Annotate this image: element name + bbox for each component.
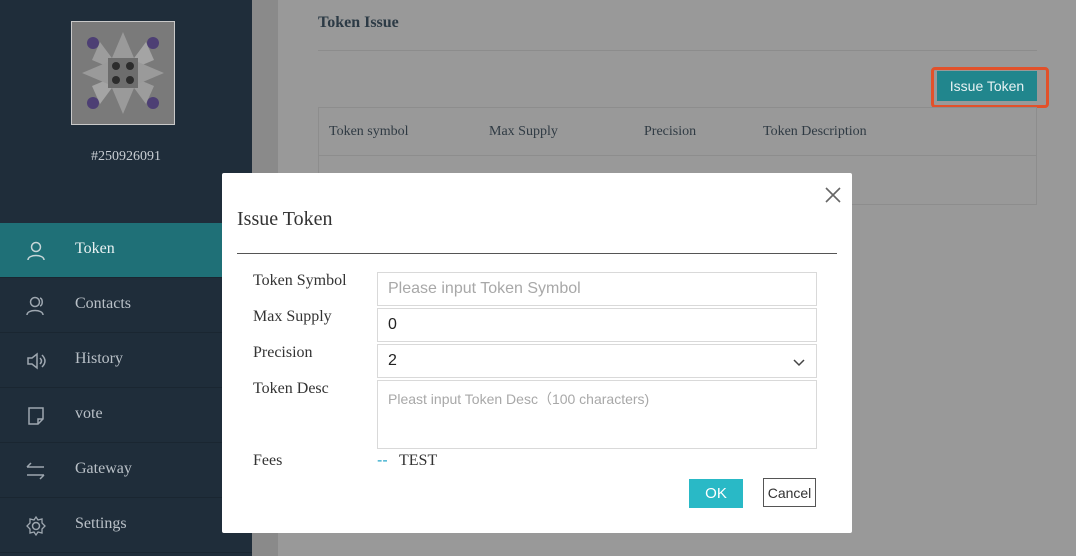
ok-button[interactable]: OK — [689, 479, 743, 508]
precision-select[interactable]: 2 — [377, 344, 817, 378]
avatar — [71, 21, 175, 125]
note-icon — [28, 407, 44, 425]
issue-token-dialog: Issue Token Token Symbol Please input To… — [222, 173, 852, 533]
precision-value: 2 — [388, 352, 397, 369]
token-desc-label: Token Desc — [253, 380, 329, 397]
token-symbol-label: Token Symbol — [253, 272, 347, 289]
fees-unit: TEST — [399, 452, 438, 469]
sidebar-item-label: Settings — [75, 515, 127, 532]
sidebar: #250926091 Token Contacts History vote G… — [0, 0, 252, 556]
account-id: #250926091 — [91, 149, 161, 164]
sidebar-item-label: Gateway — [75, 460, 132, 477]
sidebar-item-label: vote — [75, 405, 103, 422]
sidebar-item-history[interactable]: History — [0, 333, 252, 388]
page-title: Token Issue — [318, 14, 399, 31]
sidebar-item-label: Contacts — [75, 295, 131, 312]
dialog-title: Issue Token — [237, 208, 333, 230]
fees-label: Fees — [253, 452, 283, 469]
gear-icon — [26, 515, 46, 537]
table-header: Token Description — [763, 124, 867, 139]
sidebar-item-contacts[interactable]: Contacts — [0, 278, 252, 333]
precision-label: Precision — [253, 344, 313, 361]
divider — [318, 50, 1037, 51]
fees-value: -- — [377, 452, 388, 469]
sidebar-item-vote[interactable]: vote — [0, 388, 252, 443]
chevron-down-icon — [793, 359, 805, 367]
table-header: Max Supply — [489, 124, 558, 139]
token-symbol-input[interactable]: Please input Token Symbol — [377, 272, 817, 306]
dialog-divider — [237, 253, 837, 254]
sidebar-item-label: Token — [75, 240, 115, 257]
token-desc-textarea[interactable]: Pleast input Token Desc（100 characters) — [377, 380, 817, 449]
table-header: Precision — [644, 124, 697, 139]
close-icon[interactable] — [823, 185, 843, 205]
sidebar-item-token[interactable]: Token — [0, 223, 252, 278]
table-header: Token symbol — [329, 124, 409, 139]
speaker-icon — [27, 352, 46, 370]
sidebar-item-settings[interactable]: Settings ‹ — [0, 498, 252, 553]
sidebar-item-label: History — [75, 350, 123, 367]
identicon-image — [72, 22, 174, 124]
sidebar-nav: Token Contacts History vote Gateway Sett… — [0, 223, 252, 553]
user-icon — [27, 241, 45, 261]
sidebar-item-gateway[interactable]: Gateway — [0, 443, 252, 498]
contacts-icon — [26, 296, 44, 316]
table-divider — [319, 155, 1036, 156]
cancel-button[interactable]: Cancel — [763, 478, 816, 507]
issue-token-button[interactable]: Issue Token — [937, 71, 1037, 101]
transfer-icon — [26, 462, 45, 480]
max-supply-label: Max Supply — [253, 308, 332, 325]
max-supply-input[interactable]: 0 — [377, 308, 817, 342]
